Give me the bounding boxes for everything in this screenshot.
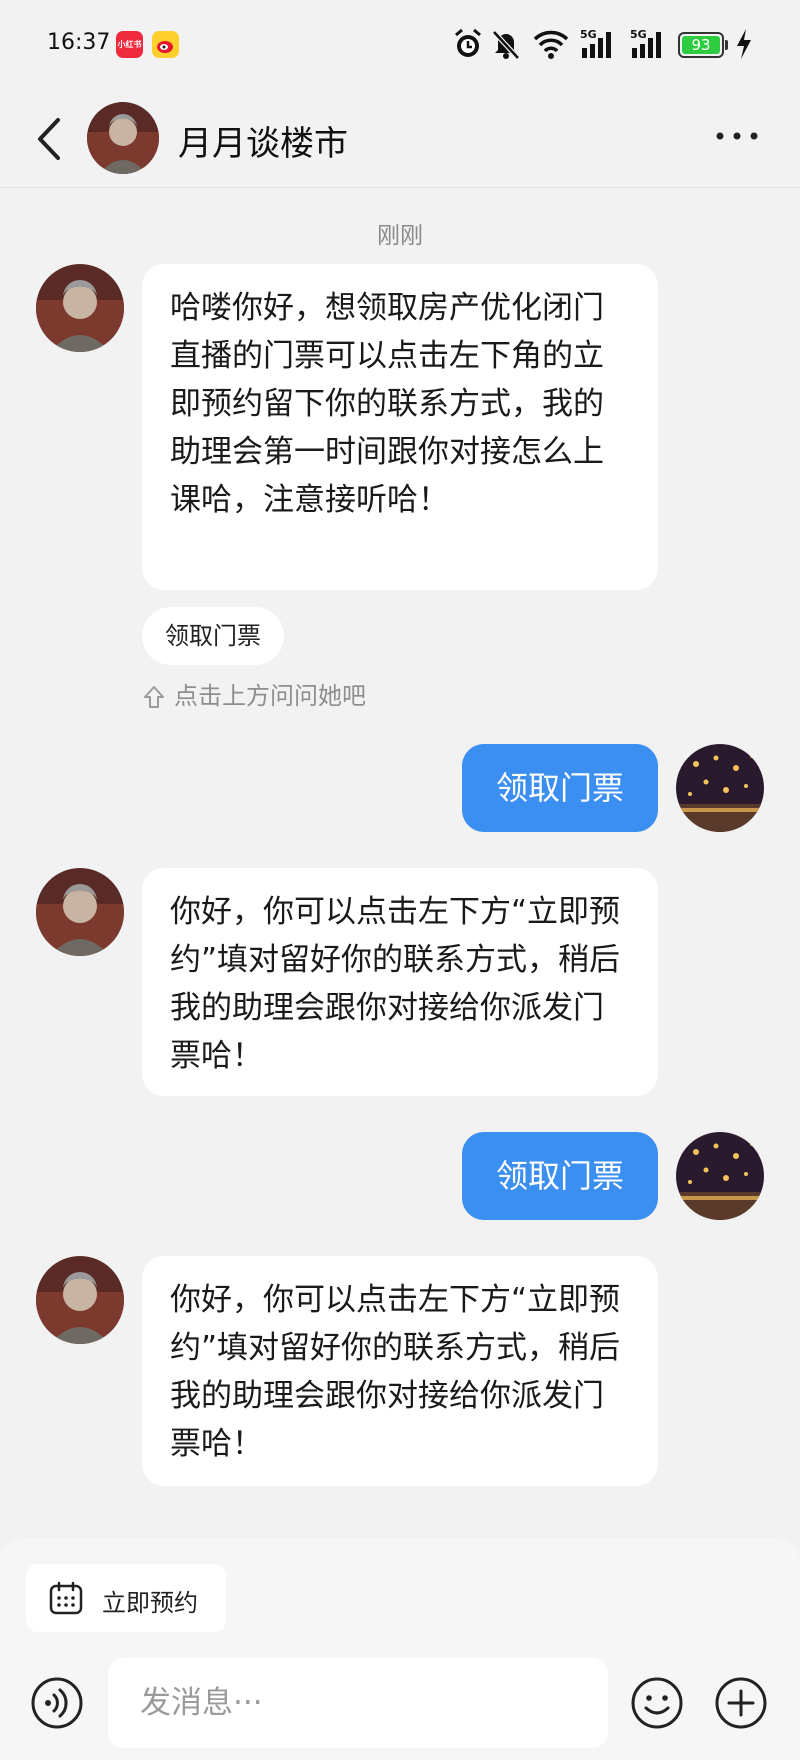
- bot-message-bubble: 你好，你可以点击左下方“立即预约”填对留好你的联系方式，稍后我的助理会跟你对接给…: [142, 1256, 658, 1486]
- quick-reply-chip[interactable]: 领取门票: [142, 607, 284, 665]
- mute-icon: [492, 30, 520, 60]
- contact-avatar[interactable]: [87, 102, 159, 174]
- status-time: 16:37: [47, 30, 111, 55]
- signal-5g-icon: 5G: [580, 28, 611, 58]
- weibo-icon: [152, 31, 179, 58]
- hint-label: 点击上方问问她吧: [174, 682, 366, 710]
- bot-message-bubble: 哈喽你好，想领取房产优化闭门直播的门票可以点击左下角的立即预约留下你的联系方式，…: [142, 264, 658, 590]
- signal-5g-icon: 5G: [630, 28, 661, 58]
- user-message-bubble: 领取门票: [462, 1132, 658, 1220]
- message-timestamp: 刚刚: [377, 223, 423, 249]
- bot-avatar[interactable]: [36, 1256, 124, 1344]
- bot-avatar[interactable]: [36, 264, 124, 352]
- back-button[interactable]: [30, 114, 74, 164]
- charging-icon: [737, 29, 751, 59]
- user-avatar[interactable]: [676, 1132, 764, 1220]
- contact-name: 月月谈楼市: [178, 124, 348, 164]
- message-input[interactable]: [108, 1658, 608, 1748]
- user-avatar[interactable]: [676, 744, 764, 832]
- voice-input-icon[interactable]: [30, 1676, 84, 1730]
- hint-text: 点击上方问问她吧: [142, 676, 366, 711]
- chat-input-area: 立即预约: [0, 1538, 800, 1760]
- svg-text:5G: 5G: [580, 28, 597, 41]
- battery-cap: [725, 40, 728, 50]
- wifi-icon: [533, 30, 569, 59]
- plus-icon[interactable]: [714, 1676, 768, 1730]
- battery-indicator: 93: [678, 32, 724, 58]
- xiaohongshu-icon: 小红书: [116, 31, 143, 58]
- emoji-icon[interactable]: [630, 1676, 684, 1730]
- user-message-bubble: 领取门票: [462, 744, 658, 832]
- chat-header: 月月谈楼市: [0, 88, 800, 188]
- alarm-icon: [455, 28, 481, 57]
- status-bar: 16:37 小红书 5G 5G 93: [0, 0, 800, 88]
- reserve-button[interactable]: 立即预约: [26, 1564, 226, 1632]
- more-icon[interactable]: [712, 118, 762, 154]
- calendar-icon: [49, 1581, 83, 1615]
- svg-text:5G: 5G: [630, 28, 647, 41]
- battery-level: 93: [682, 36, 720, 54]
- reserve-label: 立即预约: [102, 1589, 198, 1617]
- arrow-up-icon: [144, 686, 164, 708]
- bot-avatar[interactable]: [36, 868, 124, 956]
- bot-message-bubble: 你好，你可以点击左下方“立即预约”填对留好你的联系方式，稍后我的助理会跟你对接给…: [142, 868, 658, 1096]
